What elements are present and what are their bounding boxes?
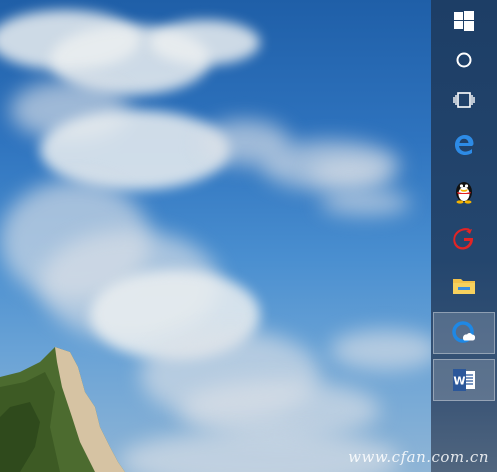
qq-penguin-icon (456, 182, 472, 204)
cloud-app-icon (452, 321, 476, 343)
start-button[interactable] (433, 0, 495, 42)
cortana-circle-icon (456, 52, 472, 68)
cortana-button[interactable] (433, 39, 495, 81)
taskbar-word[interactable]: W (433, 359, 495, 401)
edge-browser-icon (455, 135, 474, 155)
taskbar-edge[interactable] (433, 124, 495, 166)
task-view-button[interactable] (433, 79, 495, 121)
watermark-text: www.cfan.com.cn (348, 448, 489, 466)
taskbar-qq[interactable] (433, 170, 495, 212)
red-app-icon (453, 228, 474, 250)
taskbar-cloud-app[interactable] (433, 312, 495, 354)
taskbar: W (431, 0, 497, 472)
taskbar-file-explorer[interactable] (433, 265, 495, 307)
task-view-icon (453, 92, 475, 108)
taskbar-red-app[interactable] (433, 218, 495, 260)
svg-text:W: W (453, 375, 465, 388)
cliff-rock-image (0, 347, 125, 472)
windows-start-icon (454, 11, 474, 31)
word-icon: W (453, 369, 475, 391)
desktop-wallpaper (0, 0, 431, 472)
file-explorer-icon (453, 279, 475, 294)
